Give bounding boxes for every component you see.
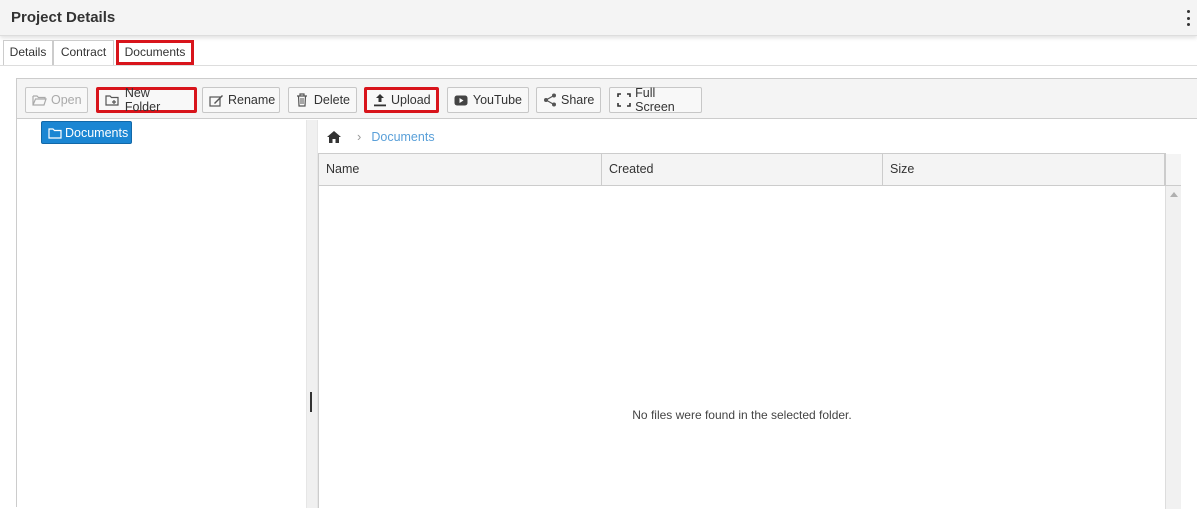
vertical-scrollbar[interactable] — [1165, 186, 1181, 509]
share-icon — [543, 93, 557, 107]
delete-button[interactable]: Delete — [288, 87, 357, 113]
upload-icon — [373, 93, 387, 107]
file-view: › Documents Name Created Size No files w… — [318, 120, 1197, 509]
splitter-handle[interactable] — [310, 392, 312, 412]
folder-open-icon — [32, 93, 47, 107]
grid-header: Name Created Size — [319, 154, 1165, 186]
more-options-icon[interactable] — [1185, 10, 1191, 26]
new-folder-button[interactable]: New Folder — [96, 86, 197, 114]
rename-button[interactable]: Rename — [202, 87, 280, 113]
youtube-icon — [454, 93, 469, 107]
grid-header-corner — [1165, 154, 1181, 186]
file-toolbar: Open New Folder Rename Delete Upload You… — [17, 79, 1197, 119]
tree-node-documents[interactable]: Documents — [41, 121, 132, 144]
full-screen-button[interactable]: Full Screen — [609, 86, 702, 114]
folder-icon — [48, 127, 62, 139]
pane-splitter[interactable] — [306, 120, 318, 508]
file-manager: Open New Folder Rename Delete Upload You… — [16, 78, 1197, 509]
share-button[interactable]: Share — [536, 87, 601, 113]
chevron-right-icon: › — [357, 129, 362, 144]
empty-folder-message: No files were found in the selected fold… — [632, 408, 852, 422]
tab-details[interactable]: Details — [3, 40, 53, 65]
fullscreen-icon — [616, 93, 631, 107]
open-button[interactable]: Open — [25, 87, 88, 113]
page-header: Project Details — [0, 0, 1197, 36]
scroll-up-icon[interactable] — [1170, 192, 1178, 197]
column-header-created[interactable]: Created — [602, 154, 883, 185]
tab-contract[interactable]: Contract — [53, 40, 114, 65]
breadcrumb: › Documents — [318, 120, 1197, 153]
folder-add-icon — [105, 93, 121, 107]
edit-icon — [209, 93, 224, 107]
youtube-button[interactable]: YouTube — [447, 87, 529, 113]
home-icon[interactable] — [326, 130, 342, 144]
column-header-name[interactable]: Name — [319, 154, 602, 185]
file-grid: Name Created Size No files were found in… — [318, 153, 1181, 509]
tab-bar: Details Contract Documents — [3, 40, 194, 65]
tab-divider — [0, 65, 1197, 66]
page-title: Project Details — [11, 9, 116, 26]
column-header-size[interactable]: Size — [883, 154, 1165, 185]
folder-tree: Documents — [17, 120, 306, 508]
trash-icon — [295, 93, 310, 107]
tab-documents[interactable]: Documents — [116, 40, 194, 65]
breadcrumb-item-documents[interactable]: Documents — [371, 130, 434, 144]
upload-button[interactable]: Upload — [364, 87, 439, 113]
